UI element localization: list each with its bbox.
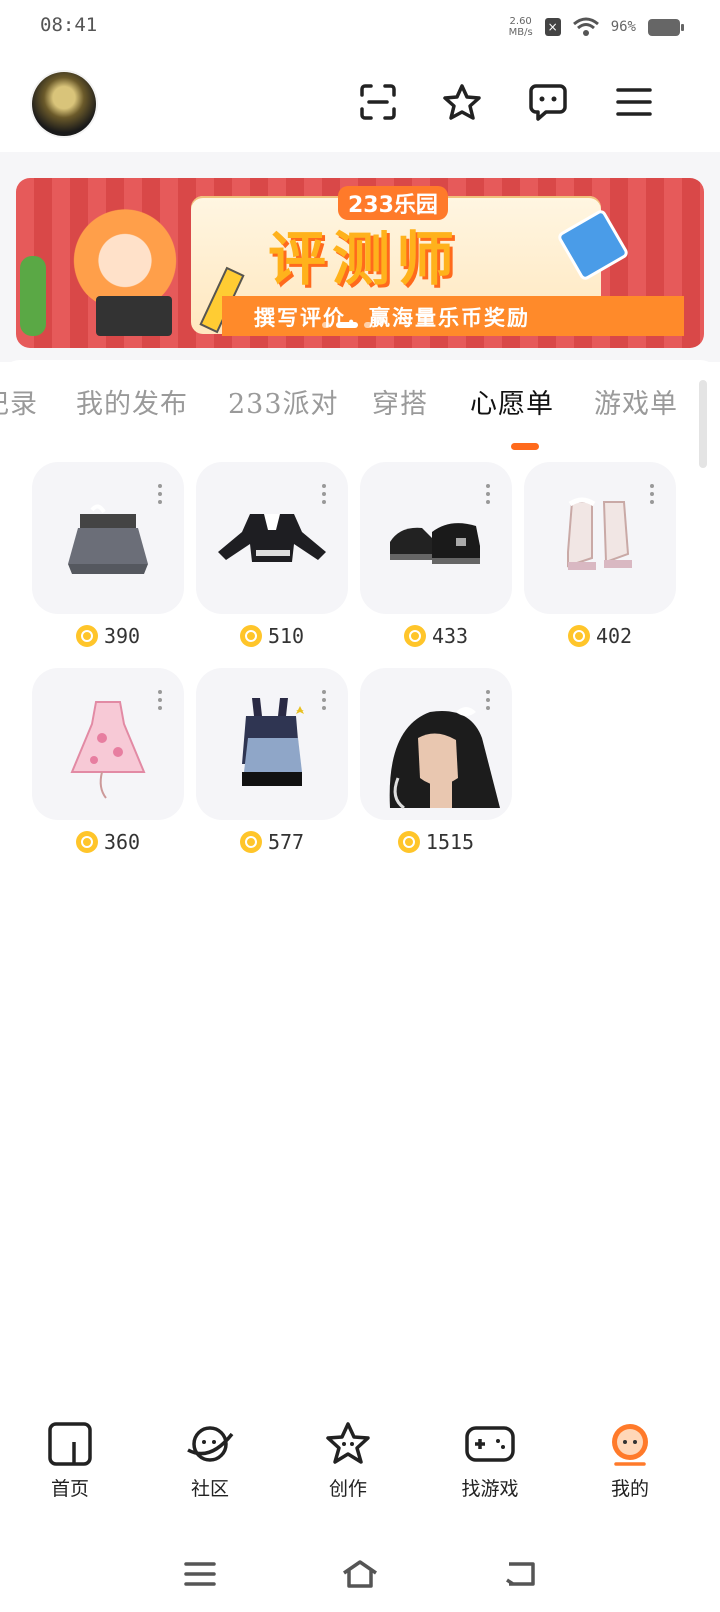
wishlist-item[interactable]: 390 bbox=[32, 462, 184, 648]
wishlist-item[interactable]: 360 bbox=[32, 668, 184, 854]
back-icon[interactable] bbox=[498, 1552, 542, 1596]
banner-dot-active bbox=[336, 322, 358, 328]
item-thumbnail[interactable] bbox=[32, 668, 184, 820]
tab-active-indicator bbox=[511, 443, 539, 450]
nav-community[interactable]: 社区 bbox=[160, 1418, 260, 1501]
banner-title: 评测师 bbox=[268, 225, 461, 293]
item-price: 402 bbox=[524, 624, 676, 648]
banner-pagination bbox=[322, 322, 372, 328]
item-price: 577 bbox=[196, 830, 348, 854]
scan-icon[interactable] bbox=[356, 80, 400, 124]
coin-icon bbox=[397, 831, 420, 853]
cactus-illustration bbox=[20, 256, 46, 336]
wishlist-item[interactable]: 433 bbox=[360, 462, 512, 648]
gamepad-icon bbox=[464, 1418, 516, 1470]
star-icon bbox=[322, 1418, 374, 1470]
tab-outfits[interactable]: 穿搭 bbox=[372, 382, 428, 421]
more-options-icon[interactable] bbox=[486, 484, 490, 504]
coin-icon bbox=[239, 625, 262, 647]
tab-my-posts[interactable]: 我的发布 bbox=[76, 382, 188, 421]
wishlist-item[interactable]: 1515 bbox=[360, 668, 512, 854]
banner-dot bbox=[322, 322, 330, 328]
banner-dot bbox=[364, 322, 372, 328]
coin-icon bbox=[403, 625, 426, 647]
coin-icon bbox=[239, 831, 262, 853]
menu-icon[interactable] bbox=[612, 80, 656, 124]
nav-home[interactable]: 首页 bbox=[20, 1418, 120, 1501]
wishlist-item[interactable]: 402 bbox=[524, 462, 676, 648]
battery-icon bbox=[648, 18, 684, 36]
more-options-icon[interactable] bbox=[650, 484, 654, 504]
more-options-icon[interactable] bbox=[158, 690, 162, 710]
banner-subtitle: 撰写评价，赢海量乐币奖励 bbox=[254, 306, 530, 330]
wishlist-item[interactable]: 577 bbox=[196, 668, 348, 854]
tab-wishlist[interactable]: 心愿单 bbox=[470, 382, 554, 421]
tab-game-lists[interactable]: 游戏单 bbox=[594, 382, 678, 421]
more-options-icon[interactable] bbox=[322, 690, 326, 710]
coin-icon bbox=[75, 831, 98, 853]
item-price: 390 bbox=[32, 624, 184, 648]
more-options-icon[interactable] bbox=[486, 690, 490, 710]
more-options-icon[interactable] bbox=[322, 484, 326, 504]
avatar[interactable] bbox=[32, 72, 96, 136]
item-price: 1515 bbox=[360, 830, 512, 854]
coin-icon bbox=[567, 625, 590, 647]
favorites-star-icon[interactable] bbox=[440, 80, 484, 124]
more-options-icon[interactable] bbox=[158, 484, 162, 504]
laptop-illustration bbox=[96, 296, 172, 336]
wifi-icon bbox=[572, 17, 599, 36]
nav-find-games[interactable]: 找游戏 bbox=[440, 1418, 540, 1501]
home-button-icon[interactable] bbox=[338, 1552, 382, 1596]
item-thumbnail[interactable] bbox=[196, 668, 348, 820]
network-speed: 2.60 MB/s bbox=[508, 16, 533, 38]
item-thumbnail[interactable] bbox=[32, 462, 184, 614]
home-icon bbox=[44, 1418, 96, 1470]
notification-icon: × bbox=[544, 18, 561, 36]
item-thumbnail[interactable] bbox=[196, 462, 348, 614]
item-thumbnail[interactable] bbox=[360, 462, 512, 614]
item-thumbnail[interactable] bbox=[524, 462, 676, 614]
status-bar: 08:41 2.60 MB/s × 96% bbox=[0, 0, 720, 56]
tab-233-party[interactable]: 233派对 bbox=[228, 382, 339, 421]
mascot-illustration bbox=[70, 200, 180, 310]
status-time: 08:41 bbox=[40, 14, 98, 36]
nav-me[interactable]: 我的 bbox=[580, 1418, 680, 1501]
item-price: 510 bbox=[196, 624, 348, 648]
coin-icon bbox=[75, 625, 98, 647]
item-price: 360 bbox=[32, 830, 184, 854]
nav-create[interactable]: 创作 bbox=[298, 1418, 398, 1501]
tab-history[interactable]: 记录 bbox=[0, 382, 38, 421]
battery-percent: 96% bbox=[610, 19, 636, 35]
item-thumbnail[interactable] bbox=[360, 668, 512, 820]
scrollbar[interactable] bbox=[699, 380, 707, 468]
wishlist-item[interactable]: 510 bbox=[196, 462, 348, 648]
message-icon[interactable] bbox=[526, 80, 570, 124]
item-price: 433 bbox=[360, 624, 512, 648]
profile-icon bbox=[604, 1418, 656, 1470]
planet-icon bbox=[184, 1418, 236, 1470]
recent-apps-icon[interactable] bbox=[178, 1552, 222, 1596]
